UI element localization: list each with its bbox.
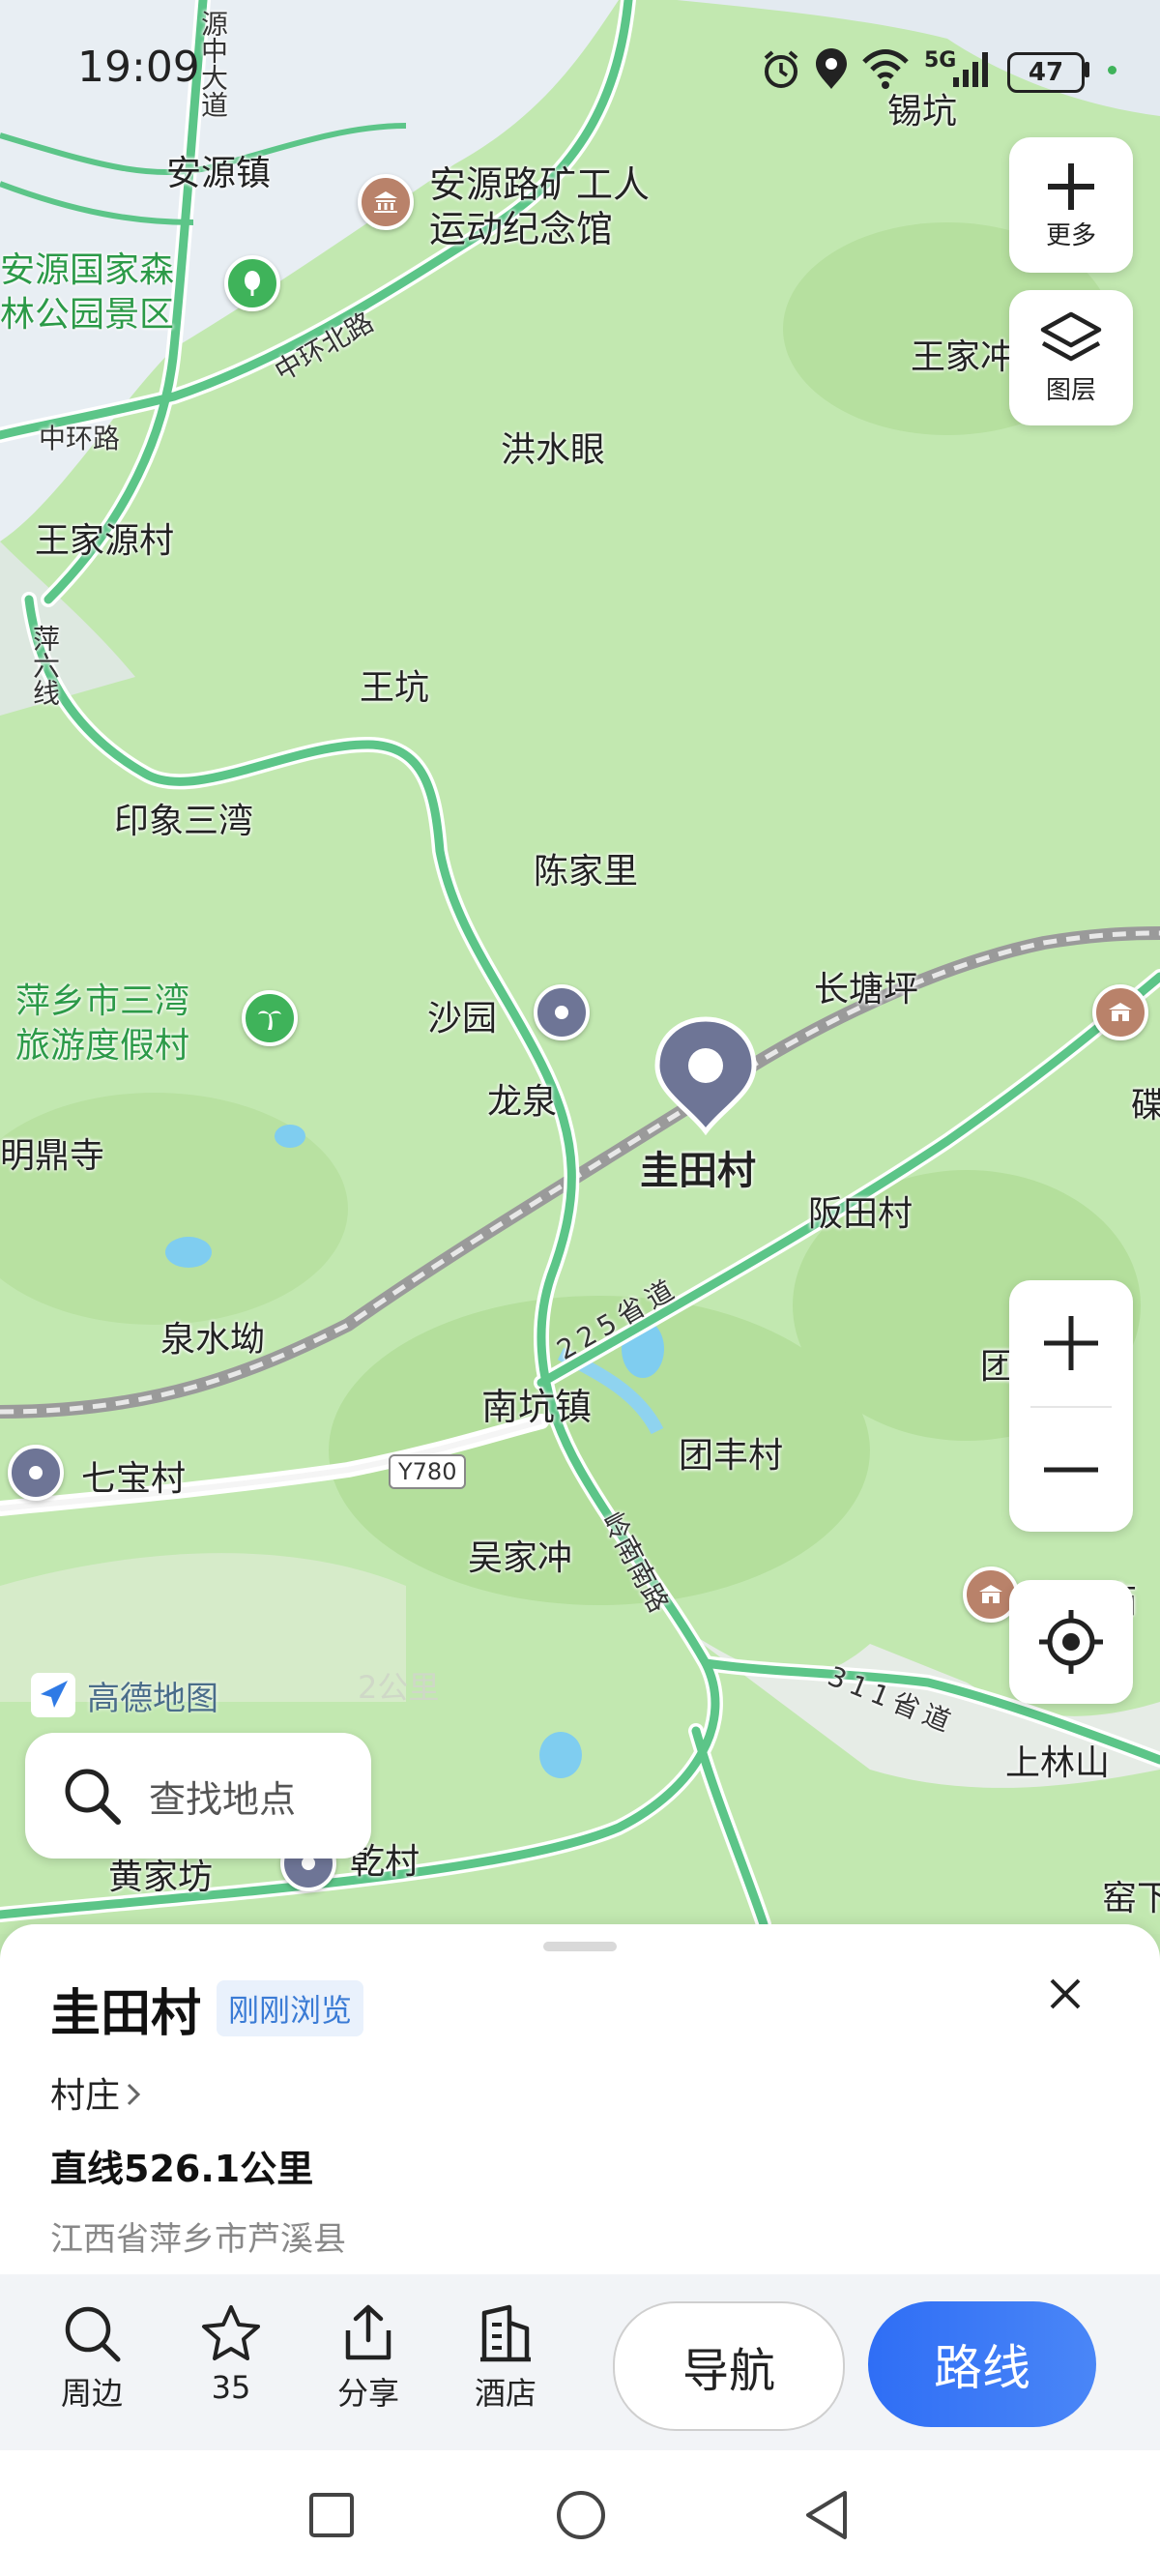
address-text: 江西省萍乡市芦溪县	[50, 2220, 346, 2259]
more-button[interactable]: 更多	[1009, 137, 1133, 273]
close-button[interactable]	[1046, 1975, 1085, 2017]
place-label[interactable]: 王家冲	[911, 329, 1015, 379]
forest-park-label-line2[interactable]: 林公园景区	[0, 286, 174, 337]
hotel-button[interactable]: 酒店	[452, 2303, 559, 2414]
close-icon	[1050, 1978, 1081, 2009]
hotel-building-icon	[480, 2304, 531, 2362]
place-label[interactable]: 七宝村	[81, 1450, 186, 1501]
place-label[interactable]: 长塘坪	[814, 961, 918, 1011]
layers-label: 图层	[1045, 375, 1096, 405]
forest-park-label-line1[interactable]: 安源国家森	[0, 242, 174, 292]
privacy-dot	[1108, 66, 1116, 74]
navigate-button[interactable]: 导航	[613, 2301, 845, 2431]
nearby-label: 周边	[60, 2375, 123, 2412]
place-label[interactable]: 上林山	[1005, 1735, 1110, 1785]
hotel-label: 酒店	[474, 2375, 536, 2412]
map-scale: 2公里	[358, 1669, 440, 1706]
place-label[interactable]: 陈家里	[534, 843, 638, 893]
share-button[interactable]: 分享	[315, 2303, 421, 2414]
place-label[interactable]: 沙园	[427, 990, 497, 1040]
system-nav-bar	[0, 2450, 1160, 2576]
share-icon	[345, 2304, 392, 2360]
recent-apps-icon[interactable]	[307, 2491, 356, 2539]
place-label[interactable]: 泉水坳	[160, 1311, 265, 1361]
place-name: 圭田村	[50, 1985, 202, 2043]
pin-dot-icon[interactable]	[534, 984, 590, 1040]
place-label[interactable]: 明鼎寺	[0, 1127, 104, 1178]
layers-icon	[1040, 311, 1102, 361]
place-label[interactable]: 吴家冲	[468, 1530, 572, 1580]
map-view[interactable]: 安源镇 安源路矿工人 运动纪念馆 安源国家森 林公园景区 锡坑 王家冲 洪水眼 …	[0, 0, 1160, 1934]
recently-viewed-badge: 刚刚浏览	[217, 1980, 364, 2036]
sheet-drag-handle[interactable]	[543, 1942, 617, 1951]
search-box[interactable]: 查找地点	[25, 1733, 371, 1859]
place-label[interactable]: 王坑	[360, 659, 429, 710]
amap-logo: 高德地图	[29, 1671, 218, 1719]
place-label[interactable]: 窑下	[1102, 1870, 1160, 1920]
favorite-button[interactable]: 35	[178, 2303, 284, 2406]
battery-tip	[1085, 62, 1089, 77]
zoom-out-icon	[1044, 1467, 1098, 1473]
place-category-link[interactable]: 村庄	[50, 2067, 141, 2118]
route-button[interactable]: 路线	[868, 2301, 1096, 2427]
signal-icon	[953, 52, 988, 87]
place-label[interactable]: 龙泉	[487, 1073, 557, 1124]
status-bar: 19:09 5G 47	[0, 0, 1160, 135]
place-label[interactable]: 王家源村	[35, 512, 174, 563]
location-status-icon	[816, 48, 847, 89]
share-label: 分享	[336, 2375, 399, 2412]
star-icon	[202, 2305, 260, 2360]
zoom-in-icon	[1044, 1316, 1098, 1370]
my-location-button[interactable]	[1009, 1580, 1133, 1704]
brand-name: 高德地图	[87, 1679, 218, 1718]
resort-label-line1[interactable]: 萍乡市三湾	[15, 973, 189, 1023]
zoom-controls	[1009, 1280, 1133, 1532]
place-label[interactable]: 阪田村	[808, 1186, 913, 1236]
favorites-count: 35	[211, 2369, 251, 2406]
distance-text: 直线526.1公里	[50, 2148, 314, 2190]
chevron-right-icon	[127, 2083, 141, 2106]
crosshair-icon	[1039, 1610, 1103, 1674]
battery-level: 47	[1028, 58, 1064, 87]
search-icon	[65, 2306, 121, 2362]
zoom-out-button[interactable]	[1009, 1408, 1133, 1532]
place-label[interactable]: 洪水眼	[501, 422, 605, 472]
location-marker-icon[interactable]	[653, 1015, 758, 1136]
place-label[interactable]: 碟	[1131, 1077, 1160, 1127]
clock: 19:09	[77, 43, 200, 92]
road-label: 萍六线	[29, 625, 61, 706]
back-icon[interactable]	[802, 2489, 851, 2541]
selected-place-label[interactable]: 圭田村	[640, 1139, 756, 1195]
park-tree-icon[interactable]	[224, 255, 280, 311]
place-label[interactable]: 南坑镇	[481, 1377, 592, 1430]
nearby-button[interactable]: 周边	[39, 2303, 145, 2414]
place-label[interactable]: 印象三湾	[114, 793, 253, 843]
road-label: 中环路	[39, 423, 121, 454]
alarm-icon	[764, 50, 798, 88]
layers-button[interactable]: 图层	[1009, 290, 1133, 425]
place-label[interactable]: 安源镇	[166, 145, 271, 195]
place-label[interactable]: 团丰村	[679, 1427, 783, 1478]
home-icon[interactable]	[555, 2489, 607, 2541]
zoom-in-button[interactable]	[1009, 1280, 1133, 1406]
action-bar: 周边 35 分享 酒店 导航 路线	[0, 2274, 1160, 2450]
search-icon	[65, 1769, 121, 1825]
wifi-icon	[862, 49, 909, 89]
search-placeholder: 查找地点	[149, 1777, 297, 1821]
temple-icon[interactable]	[1092, 984, 1148, 1040]
more-label: 更多	[1045, 220, 1096, 250]
museum-icon[interactable]	[358, 174, 414, 230]
road-badge: Y780	[389, 1454, 467, 1489]
plus-icon	[1048, 162, 1094, 210]
palm-tree-icon[interactable]	[242, 990, 298, 1046]
pin-dot-icon[interactable]	[8, 1445, 64, 1501]
museum-label-line2[interactable]: 运动纪念馆	[429, 199, 613, 252]
battery-icon: 47	[1007, 52, 1085, 93]
resort-label-line2[interactable]: 旅游度假村	[15, 1017, 189, 1068]
logo-arrow-icon	[31, 1673, 75, 1717]
category-label: 村庄	[50, 2076, 121, 2116]
